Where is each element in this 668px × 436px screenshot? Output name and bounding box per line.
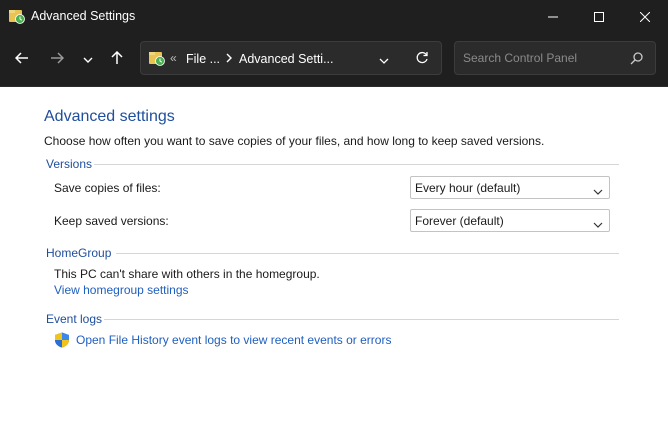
chevron-down-icon — [83, 52, 93, 66]
content-pane: Advanced settings Choose how often you w… — [0, 87, 668, 436]
window-title: Advanced Settings — [31, 9, 136, 23]
divider — [116, 253, 619, 254]
recent-locations-button[interactable] — [76, 47, 100, 71]
event-logs-heading: Event logs — [46, 312, 103, 326]
close-button[interactable] — [622, 0, 668, 33]
breadcrumb-separator-icon[interactable] — [225, 52, 233, 64]
versions-heading: Versions — [46, 157, 93, 171]
search-icon[interactable] — [630, 52, 643, 68]
divider — [104, 319, 619, 320]
view-homegroup-settings-link[interactable]: View homegroup settings — [54, 283, 189, 297]
save-copies-value: Every hour (default) — [415, 181, 521, 195]
close-icon — [640, 11, 650, 22]
homegroup-status: This PC can't share with others in the h… — [54, 267, 320, 281]
up-button[interactable] — [105, 47, 129, 71]
address-bar[interactable]: « File ... Advanced Setti... — [140, 41, 442, 75]
arrow-left-icon — [14, 51, 29, 67]
refresh-icon[interactable] — [415, 51, 429, 68]
keep-versions-label: Keep saved versions: — [54, 214, 169, 228]
address-dropdown-icon[interactable] — [379, 53, 389, 67]
uac-shield-icon — [54, 332, 70, 348]
open-event-logs-link[interactable]: Open File History event logs to view rec… — [76, 333, 391, 347]
keep-versions-value: Forever (default) — [415, 214, 504, 228]
page-title: Advanced settings — [44, 108, 175, 125]
arrow-up-icon — [111, 50, 123, 68]
chevron-down-icon — [593, 217, 603, 231]
file-history-icon — [9, 9, 25, 24]
arrow-right-icon — [50, 51, 65, 67]
file-history-icon — [149, 51, 165, 66]
maximize-button[interactable] — [576, 0, 622, 33]
save-copies-select[interactable]: Every hour (default) — [410, 176, 610, 199]
page-description: Choose how often you want to save copies… — [44, 134, 545, 148]
save-copies-label: Save copies of files: — [54, 181, 161, 195]
title-bar: Advanced Settings — [0, 0, 668, 33]
chevron-down-icon — [593, 184, 603, 198]
overflow-chevron-icon[interactable]: « — [170, 51, 177, 65]
breadcrumb-advanced-settings[interactable]: Advanced Setti... — [239, 52, 334, 66]
search-input[interactable] — [463, 50, 623, 66]
homegroup-heading: HomeGroup — [46, 246, 112, 260]
back-button[interactable] — [10, 47, 34, 71]
forward-button[interactable] — [45, 47, 69, 71]
breadcrumb-file-history[interactable]: File ... — [186, 52, 220, 66]
minimize-icon — [548, 12, 558, 22]
keep-versions-select[interactable]: Forever (default) — [410, 209, 610, 232]
navigation-bar: « File ... Advanced Setti... — [0, 33, 668, 87]
maximize-icon — [594, 11, 604, 22]
divider — [94, 164, 619, 165]
search-box[interactable] — [454, 41, 656, 75]
minimize-button[interactable] — [530, 0, 576, 33]
